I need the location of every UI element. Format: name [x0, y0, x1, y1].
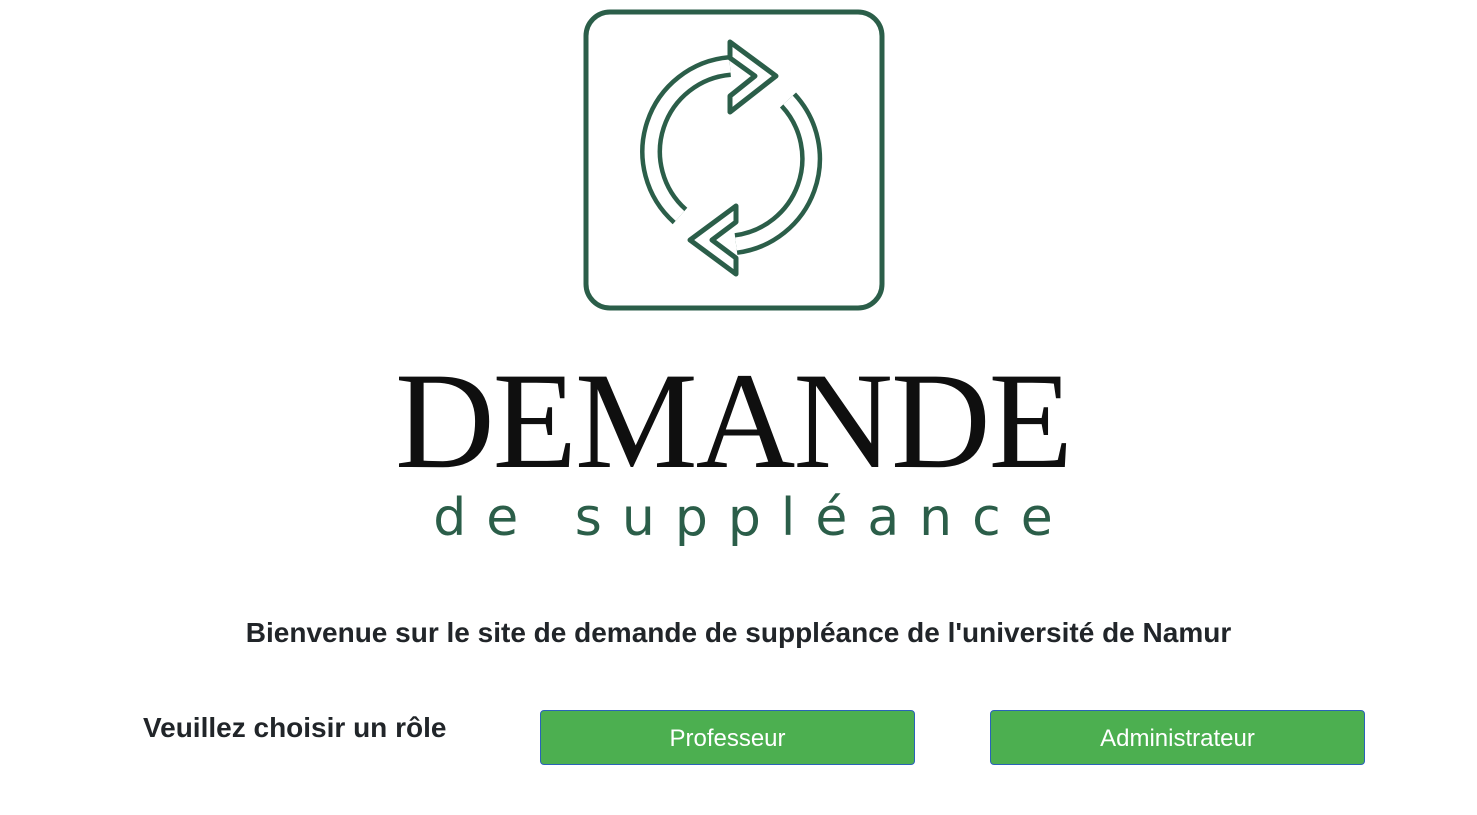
refresh-arrows-icon: [583, 9, 885, 311]
logo-subtitle: de suppléance: [433, 488, 1073, 548]
professor-button[interactable]: Professeur: [540, 710, 915, 765]
logo-title: DEMANDE: [395, 344, 1073, 497]
role-prompt: Veuillez choisir un rôle: [143, 712, 447, 743]
landing-page: DEMANDE de suppléance Bienvenue sur le s…: [0, 0, 1477, 815]
administrator-button[interactable]: Administrateur: [990, 710, 1365, 765]
welcome-heading: Bienvenue sur le site de demande de supp…: [245, 617, 1232, 648]
